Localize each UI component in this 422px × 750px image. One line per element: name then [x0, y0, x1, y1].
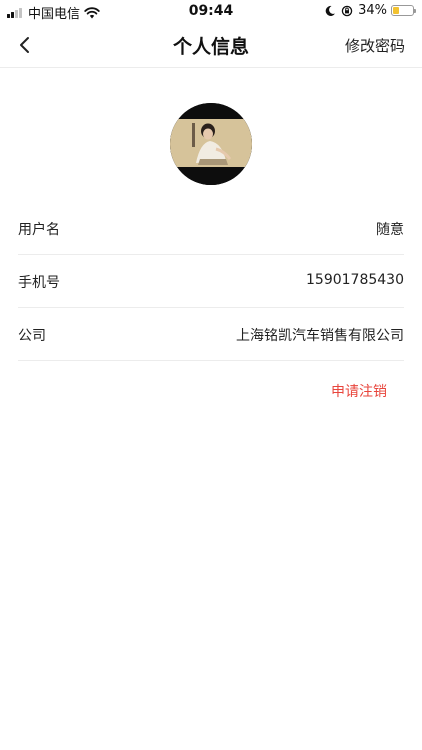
info-row-phone: 手机号 15901785430 — [18, 255, 404, 308]
company-value: 上海铭凯汽车销售有限公司 — [236, 328, 404, 344]
status-right: 34% — [324, 3, 416, 18]
battery-fill — [393, 7, 399, 14]
battery-cap — [414, 9, 416, 13]
orientation-lock-icon — [341, 5, 353, 16]
change-password-button[interactable]: 修改密码 — [345, 35, 405, 56]
username-label: 用户名 — [18, 222, 60, 238]
battery-icon — [391, 5, 416, 16]
username-value: 随意 — [376, 222, 404, 238]
battery-percent: 34% — [358, 3, 387, 18]
request-cancellation-button[interactable]: 申请注销 — [331, 381, 387, 401]
navigation-bar: 个人信息 修改密码 — [0, 22, 422, 68]
avatar[interactable] — [170, 103, 252, 185]
info-row-username: 用户名 随意 — [18, 202, 404, 255]
info-row-company: 公司 上海铭凯汽车销售有限公司 — [18, 308, 404, 361]
company-label: 公司 — [18, 328, 46, 344]
status-bar: 中国电信 09:44 34% — [0, 0, 422, 22]
phone-label: 手机号 — [18, 275, 60, 291]
avatar-image — [170, 103, 252, 185]
moon-icon — [325, 5, 336, 16]
phone-value: 15901785430 — [306, 272, 404, 288]
